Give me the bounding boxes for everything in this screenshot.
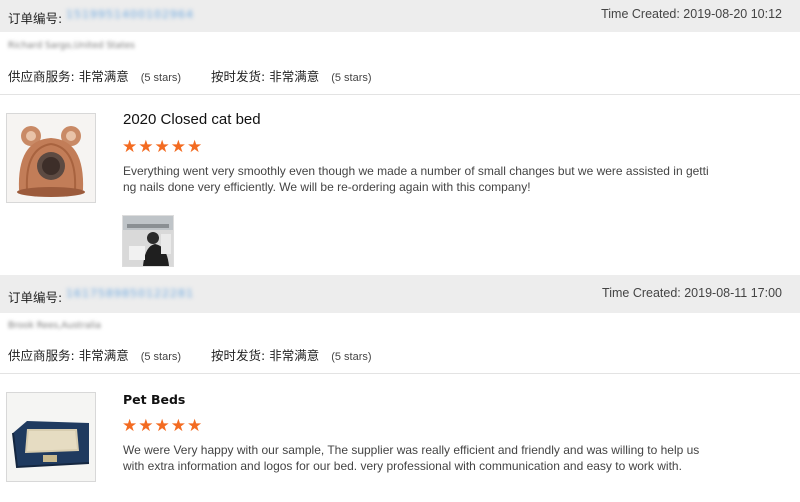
order-header: 订单编号: 1617589850122281 Time Created: 201… (0, 275, 800, 313)
product-review: Pet Beds ★★★★★ We were Very happy with o… (0, 374, 800, 502)
buyer-name: Brook Rees,Australia (8, 321, 102, 331)
order-card: 订单编号: 1519951400102964 Time Created: 201… (0, 0, 800, 275)
product-title[interactable]: Pet Beds (123, 392, 185, 407)
order-number[interactable]: 1519951400102964 (66, 8, 194, 21)
order-card: 订单编号: 1617589850122281 Time Created: 201… (0, 275, 800, 502)
review-photo-illustration (123, 216, 173, 266)
review-text: We were Very happy with our sample, The … (123, 443, 700, 473)
cat-bed-image[interactable] (6, 113, 96, 203)
order-header: 订单编号: 1519951400102964 Time Created: 201… (0, 0, 800, 32)
on-time-delivery-value: 非常满意 (269, 69, 320, 84)
buyer-row: Richard Sargo,United States (0, 32, 800, 58)
supplier-service-value: 非常满意 (78, 69, 129, 84)
on-time-delivery-stars: (5 stars) (331, 72, 372, 84)
supplier-service-rating: 供应商服务: 非常满意 (5 stars) (8, 345, 181, 364)
review-text: Everything went very smoothly even thoug… (123, 164, 709, 194)
on-time-delivery-rating: 按时发货: 非常满意 (5 stars) (211, 66, 372, 85)
on-time-delivery-label: 按时发货: (211, 69, 266, 84)
supplier-service-stars: (5 stars) (140, 351, 182, 363)
ratings-row: 供应商服务: 非常满意 (5 stars) 按时发货: 非常满意 (5 star… (0, 58, 800, 95)
time-created: Time Created: 2019-08-20 10:12 (601, 7, 782, 21)
ratings-row: 供应商服务: 非常满意 (5 stars) 按时发货: 非常满意 (5 star… (0, 337, 800, 374)
buyer-row: Brook Rees,Australia (0, 313, 800, 337)
supplier-service-label: 供应商服务: (8, 69, 75, 84)
cat-bed-illustration (7, 114, 95, 202)
order-number[interactable]: 1617589850122281 (66, 287, 194, 300)
product-title[interactable]: 2020 Closed cat bed (123, 111, 261, 128)
review-photo[interactable] (122, 215, 174, 267)
time-created: Time Created: 2019-08-11 17:00 (602, 286, 782, 300)
on-time-delivery-stars: (5 stars) (331, 351, 372, 363)
review-stars: ★★★★★ (122, 416, 204, 436)
product-review: 2020 Closed cat bed ★★★★★ Everything wen… (0, 95, 800, 275)
supplier-service-value: 非常满意 (78, 348, 129, 363)
pet-bed-image[interactable] (6, 392, 96, 482)
order-number-label: 订单编号: (8, 11, 63, 26)
supplier-service-label: 供应商服务: (8, 348, 75, 363)
supplier-service-rating: 供应商服务: 非常满意 (5 stars) (8, 66, 181, 85)
supplier-service-stars: (5 stars) (140, 72, 182, 84)
buyer-name: Richard Sargo,United States (8, 41, 135, 51)
on-time-delivery-value: 非常满意 (269, 348, 320, 363)
on-time-delivery-label: 按时发货: (211, 348, 266, 363)
on-time-delivery-rating: 按时发货: 非常满意 (5 stars) (211, 345, 372, 364)
review-stars: ★★★★★ (122, 137, 204, 157)
pet-bed-illustration (7, 393, 95, 481)
order-number-label: 订单编号: (8, 290, 63, 305)
